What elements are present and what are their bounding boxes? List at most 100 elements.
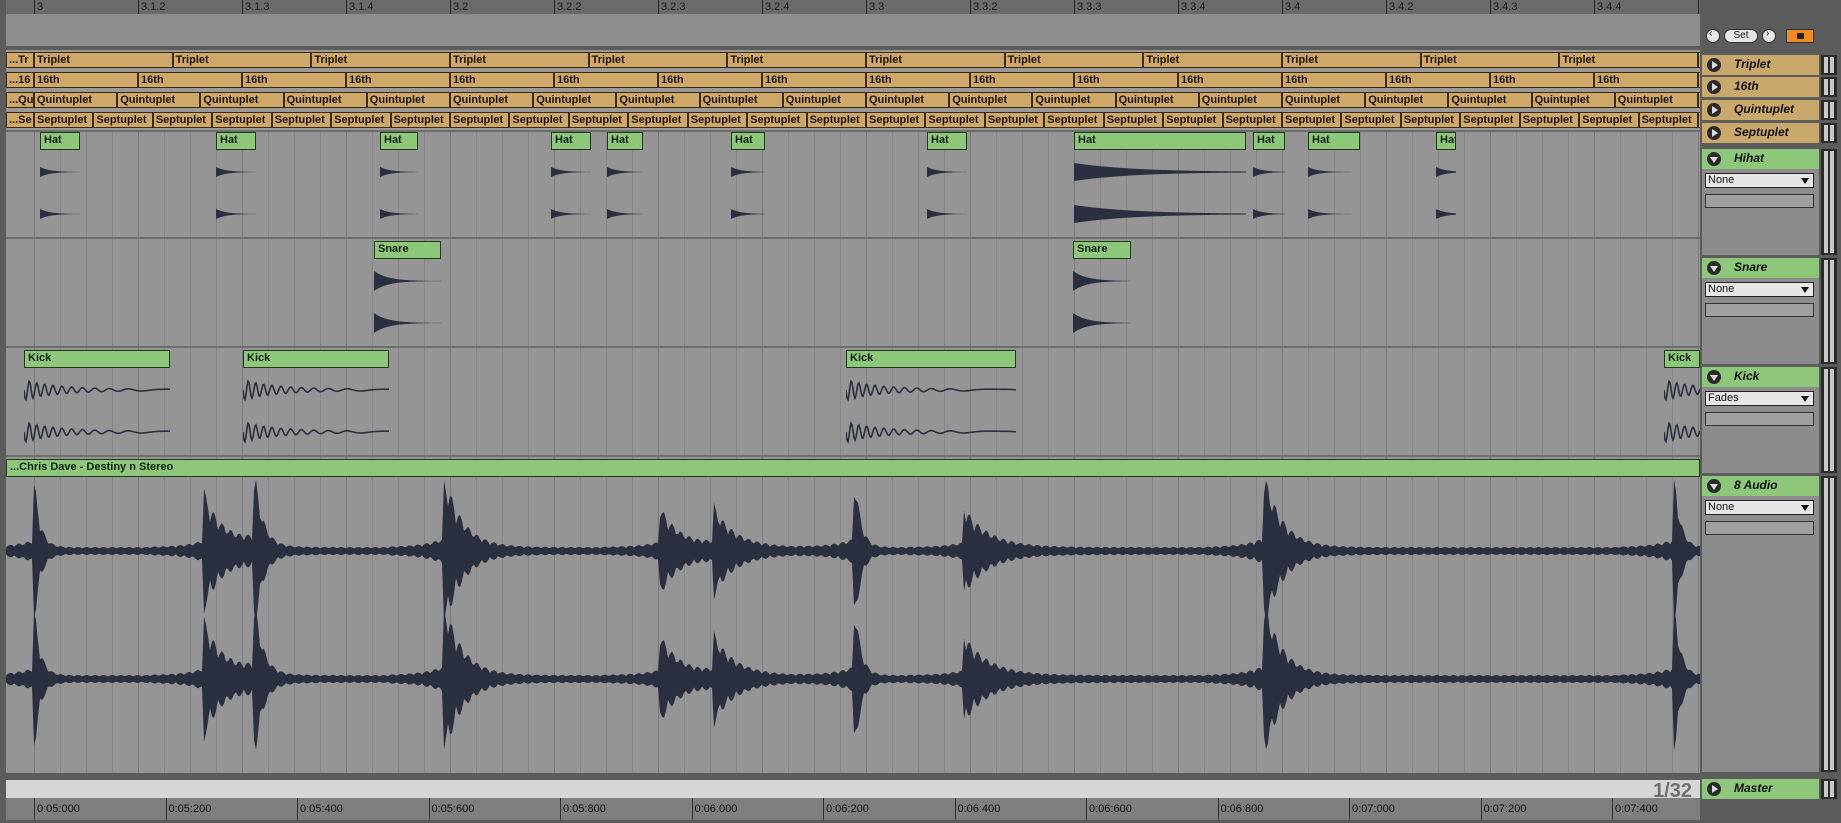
set-locator-button[interactable]: Set [1724,29,1758,43]
grid-clip[interactable]: Quintuplet [1531,92,1615,108]
track-header-8-audio[interactable]: 8 Audio [1702,476,1819,496]
grid-clip[interactable]: Septuplet [1222,112,1282,128]
grid-clip[interactable]: 16th [138,72,242,88]
grid-clip[interactable]: ...16 [6,72,34,88]
audio-clip-header[interactable]: ...Chris Dave - Destiny n Stereo [6,459,1700,477]
grid-clip[interactable]: Septuplet [1638,112,1698,128]
grid-clip[interactable]: Septuplet [152,112,213,128]
grid-clip[interactable]: Quintuplet [866,92,950,108]
grid-clip[interactable]: Quintuplet [699,92,783,108]
hihat-clip[interactable]: Hat [1436,132,1456,150]
grid-clip[interactable]: Quintuplet [1365,92,1449,108]
hihat-clip[interactable]: Hat [40,132,80,150]
grid-clip[interactable]: 16th [1178,72,1282,88]
grid-clip[interactable]: Triplet [1143,52,1282,68]
kick-clip[interactable]: Kick [24,350,170,368]
grid-clip[interactable]: Septuplet [628,112,688,128]
grid-clip[interactable]: Septuplet [212,112,272,128]
grid-clip[interactable]: Triplet [450,52,589,68]
input-type-select[interactable]: Fades [1705,391,1814,406]
grid-clip[interactable]: Quintuplet [949,92,1033,108]
grid-clip[interactable]: Septuplet [1579,112,1639,128]
grid-clip[interactable]: Septuplet [509,112,569,128]
grid-clip[interactable]: Triplet [727,52,866,68]
grid-clip[interactable]: ...Qu [6,92,34,108]
grid-clip[interactable]: Septuplet [925,112,985,128]
play-icon[interactable] [1707,58,1721,72]
input-channel-field[interactable] [1705,521,1814,535]
hihat-clip[interactable]: Hat [927,132,967,150]
grid-clip[interactable]: 16th [658,72,762,88]
track-header-hihat[interactable]: Hihat [1702,149,1819,169]
grid-clip[interactable]: 16th [346,72,450,88]
grid-clip[interactable]: Septuplet [271,112,332,128]
track-header-16th[interactable]: 16th [1702,77,1819,97]
grid-clip[interactable]: Triplet [1004,52,1144,68]
track-header-snare[interactable]: Snare [1702,258,1819,278]
record-lock-button[interactable] [1786,29,1814,43]
prev-locator-button[interactable]: ‹ [1706,28,1720,43]
track-header-septuplet[interactable]: Septuplet [1702,123,1819,143]
grid-clip[interactable]: Septuplet [866,112,926,128]
grid-clip[interactable]: Triplet [866,52,1005,68]
hihat-clip[interactable]: Hat [1253,132,1285,150]
play-icon[interactable] [1707,80,1721,94]
grid-clip[interactable]: Triplet [311,52,450,68]
grid-clip[interactable]: Quintuplet [34,92,118,108]
grid-clip[interactable]: Triplet [1282,52,1421,68]
track-header-kick[interactable]: Kick [1702,367,1819,387]
beat-ruler[interactable]: 3 3.1.2 3.1.3 3.1.4 3.2 3.2.2 3.2.3 3.2.4 3.3 3.3… [6,0,1707,14]
fold-icon[interactable] [1707,479,1721,493]
grid-clip[interactable]: Septuplet [390,112,450,128]
hihat-clip[interactable]: Hat [607,132,643,150]
grid-clip[interactable]: Triplet [588,52,728,68]
grid-clip[interactable]: 16th [1282,72,1386,88]
grid-clip[interactable]: Triplet [172,52,312,68]
input-channel-field[interactable] [1705,412,1814,426]
grid-clip[interactable]: 16th [762,72,866,88]
play-icon[interactable] [1707,126,1721,140]
snare-clip[interactable]: Snare [374,241,441,259]
grid-clip[interactable]: 16th [1490,72,1594,88]
grid-clip[interactable]: Septuplet [1460,112,1520,128]
grid-clip[interactable]: ...Tr [6,52,34,68]
grid-clip[interactable]: Septuplet [687,112,748,128]
grid-clip[interactable]: Quintuplet [1448,92,1532,108]
hihat-clip[interactable]: Hat [380,132,418,150]
track-header-master[interactable]: Master [1702,779,1819,799]
grid-clip[interactable]: Quintuplet [533,92,617,108]
grid-clip[interactable]: Septuplet [747,112,807,128]
time-ruler[interactable]: 0:05:000 0:05:200 0:05:400 0:05:600 0:05:800… [6,798,1700,820]
grid-clip[interactable]: Septuplet [93,112,153,128]
grid-clip[interactable]: Septuplet [1103,112,1164,128]
kick-clip[interactable]: Kick [1664,350,1700,368]
hihat-clip[interactable]: Hat [216,132,256,150]
scrub-area[interactable] [6,14,1700,46]
grid-clip[interactable]: 16th [1386,72,1490,88]
grid-clip[interactable]: Triplet [1559,52,1698,68]
grid-clip[interactable]: Quintuplet [1282,92,1366,108]
grid-clip[interactable]: 16th [34,72,138,88]
grid-clip[interactable]: Septuplet [806,112,866,128]
track-header-triplet[interactable]: Triplet [1702,55,1819,75]
grid-clip[interactable]: Quintuplet [1614,92,1698,108]
grid-clip[interactable]: 16th [554,72,658,88]
input-type-select[interactable]: None [1705,282,1814,297]
hihat-clip[interactable]: Hat [551,132,591,150]
horizontal-scrollbar[interactable]: 1/32 [6,780,1700,802]
hihat-clip[interactable]: Hat [731,132,765,150]
next-locator-button[interactable]: › [1762,28,1776,43]
grid-clip[interactable]: Quintuplet [782,92,866,108]
play-icon[interactable] [1707,103,1721,117]
input-channel-field[interactable] [1705,303,1814,317]
snare-clip[interactable]: Snare [1073,241,1131,259]
grid-clip[interactable]: Septuplet [1044,112,1104,128]
hihat-clip[interactable]: Hat [1308,132,1360,150]
grid-clip[interactable]: 16th [450,72,554,88]
play-icon[interactable] [1707,782,1721,796]
grid-clip[interactable]: Quintuplet [366,92,450,108]
grid-clip[interactable]: ...Se [6,112,34,128]
input-channel-field[interactable] [1705,194,1814,208]
grid-clip[interactable]: Triplet [34,52,173,68]
grid-clip[interactable]: 16th [866,72,970,88]
